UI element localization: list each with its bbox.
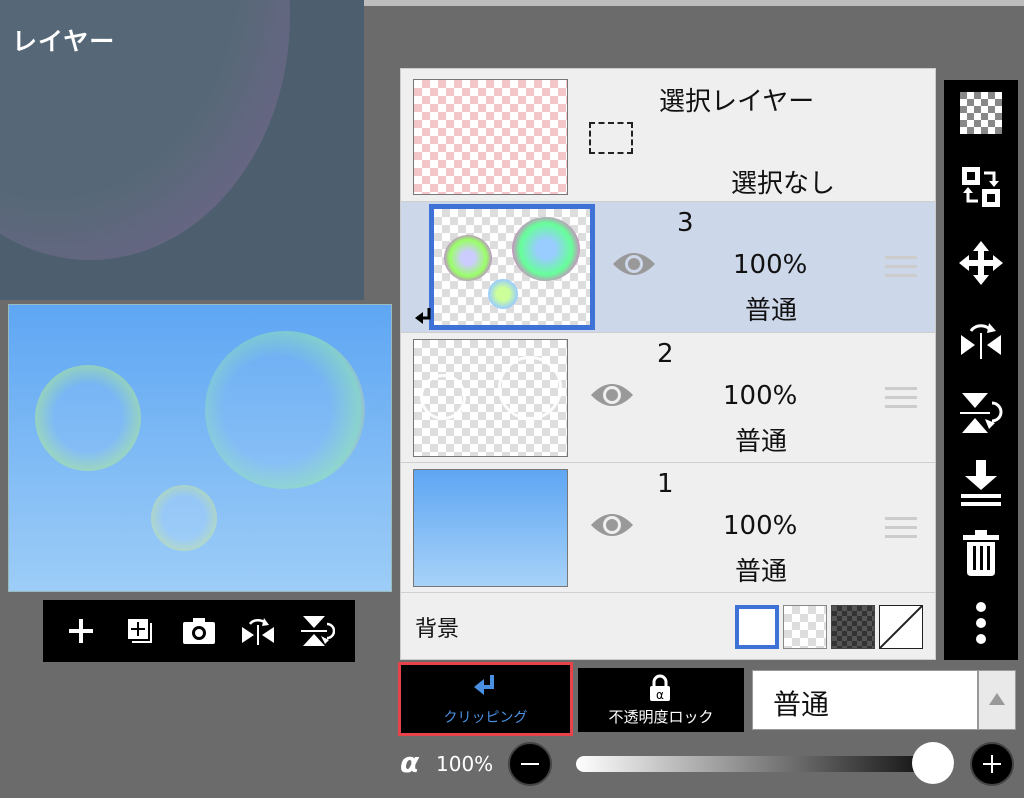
chevron-up-icon [989, 693, 1005, 705]
opacity-slider-knob[interactable] [912, 742, 954, 784]
blend-mode-dropdown-arrow[interactable] [978, 670, 1016, 730]
opacity-lock-button[interactable]: α 不透明度ロック [578, 668, 744, 732]
checker-icon[interactable] [944, 88, 1018, 138]
drag-handle-icon[interactable] [885, 256, 917, 283]
flip-horizontal-icon[interactable] [944, 314, 1018, 364]
layer-thumbnail [413, 469, 568, 587]
opacity-increase-button[interactable] [970, 742, 1014, 786]
layer-opacity: 100% [723, 381, 798, 411]
layer-name: 2 [657, 339, 674, 369]
opacity-decrease-button[interactable] [508, 742, 552, 786]
layer-row[interactable]: 1 100% 普通 [401, 463, 935, 593]
background-white-option[interactable] [735, 605, 779, 649]
minus-icon [521, 763, 539, 765]
layer-opacity: 100% [723, 511, 798, 541]
clipping-label: クリッピング [443, 710, 528, 726]
blend-mode-value: 普通 [773, 688, 830, 721]
layer-row[interactable]: 3 100% 普通 [401, 202, 935, 333]
preview-toolbar [43, 600, 355, 662]
bubble-medium [35, 365, 141, 471]
page-title: レイヤー [12, 27, 116, 56]
more-icon[interactable] [944, 598, 1018, 648]
flip-vertical-icon[interactable] [297, 611, 337, 651]
alpha-symbol: α [400, 746, 420, 779]
layer-row[interactable]: 2 100% 普通 [401, 333, 935, 463]
camera-icon[interactable] [179, 611, 219, 651]
merge-down-icon[interactable] [944, 458, 1018, 508]
layer-opacity: 100% [733, 250, 808, 280]
eye-icon[interactable] [611, 248, 657, 284]
move-icon[interactable] [944, 238, 1018, 288]
layer-toolbar [944, 80, 1018, 660]
selection-thumbnail [413, 79, 568, 195]
background-checker-dark-option[interactable] [831, 605, 875, 649]
opacity-control: α 100% [398, 738, 1024, 798]
drag-handle-icon[interactable] [885, 387, 917, 414]
opacity-value: 100% [436, 752, 494, 776]
blend-mode-select[interactable]: 普通 [752, 670, 978, 730]
lock-icon: α [648, 674, 672, 706]
top-band [364, 0, 1024, 6]
background-none-option[interactable] [879, 605, 923, 649]
selection-layer-row[interactable]: 選択レイヤー 選択なし [401, 69, 935, 202]
layer-blend-mode: 普通 [735, 557, 788, 587]
flip-vertical-icon[interactable] [944, 388, 1018, 438]
bubble-small [151, 485, 217, 551]
background-checker-light-option[interactable] [783, 605, 827, 649]
flip-horizontal-icon[interactable] [238, 611, 278, 651]
drag-handle-icon[interactable] [885, 517, 917, 544]
layer-name: 1 [657, 469, 674, 499]
eye-icon[interactable] [589, 509, 635, 545]
swap-icon[interactable] [944, 162, 1018, 212]
background-label: 背景 [415, 617, 460, 642]
plus-icon[interactable] [61, 611, 101, 651]
clipping-indicator-icon [415, 306, 433, 332]
layer-name: 3 [677, 208, 694, 238]
clipping-button[interactable]: クリッピング [398, 662, 573, 736]
svg-text:α: α [656, 688, 664, 702]
clipping-icon [474, 673, 498, 703]
layer-thumbnail [429, 204, 595, 330]
opacity-slider-track[interactable] [576, 756, 954, 772]
add-layer-icon[interactable] [120, 611, 160, 651]
eye-icon[interactable] [589, 379, 635, 415]
trash-icon[interactable] [944, 528, 1018, 578]
selection-marquee-icon [589, 122, 633, 154]
layer-thumbnail [413, 339, 568, 457]
layers-panel: 選択レイヤー 選択なし 3 100% 普通 2 100% 普通 1 100% 普… [400, 68, 936, 660]
bubble-large [205, 331, 365, 489]
layer-blend-mode: 普通 [735, 427, 788, 457]
canvas-preview [8, 304, 392, 592]
selection-layer-label: 選択レイヤー [659, 87, 815, 117]
background-row: 背景 [401, 593, 935, 659]
opacity-lock-label: 不透明度ロック [608, 708, 714, 726]
selection-status: 選択なし [731, 169, 836, 199]
layer-blend-mode: 普通 [745, 296, 798, 326]
